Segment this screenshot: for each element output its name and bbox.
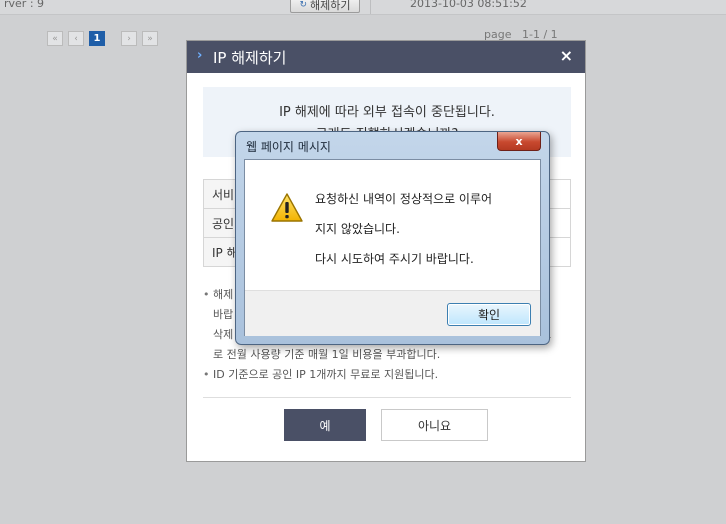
dialog-title: 웹 페이지 메시지: [246, 140, 331, 154]
prev-page-button[interactable]: ‹: [68, 31, 84, 46]
release-button[interactable]: ↻ 해제하기: [290, 0, 360, 13]
column-divider: [370, 0, 371, 14]
bullet-text: 로 전월 사용량 기준 매월 1일 비용을 부과합니다.: [213, 348, 441, 361]
bullet-text: ID 기준으로 공인 IP 1개까지 무료로 지원됩니다.: [213, 368, 439, 381]
refresh-icon: ↻: [299, 0, 308, 10]
close-icon[interactable]: ×: [560, 46, 573, 65]
date-text: 2013-10-03 08:51:52: [410, 0, 527, 10]
next-page-button[interactable]: ›: [121, 31, 137, 46]
bullet-item: 로 전월 사용량 기준 매월 1일 비용을 부과합니다.: [203, 345, 575, 365]
no-button[interactable]: 아니요: [381, 409, 488, 441]
yes-button[interactable]: 예: [284, 409, 366, 441]
dialog-message-line-3: 다시 시도하여 주시기 바랍니다.: [315, 252, 474, 266]
server-label: rver : 9: [4, 0, 45, 10]
bullet-text: 해제: [213, 288, 234, 301]
modal-header: › IP 해제하기 ×: [187, 41, 585, 73]
last-page-button[interactable]: »: [142, 31, 158, 46]
dialog-message-line-1: 요청하신 내역이 정상적으로 이루어: [315, 192, 493, 206]
pagination: « ‹ 1 › »: [47, 31, 158, 46]
dialog-body: 요청하신 내역이 정상적으로 이루어 지지 않았습니다. 다시 시도하여 주시기…: [244, 159, 541, 336]
dialog-footer: 확인: [245, 290, 540, 336]
warning-icon: [271, 193, 303, 222]
bullet-text: 삭제: [213, 328, 234, 341]
page-1-button[interactable]: 1: [89, 31, 105, 46]
modal-title: IP 해제하기: [213, 49, 287, 67]
divider: [203, 397, 571, 398]
background-top-row: rver : 9 ↻ 해제하기 2013-10-03 08:51:52: [0, 0, 726, 15]
close-icon[interactable]: x: [497, 132, 541, 151]
web-page-message-dialog: 웹 페이지 메시지 x 요청하신 내역이 정상적으로 이루어 지지 않았습니다.…: [235, 131, 550, 345]
bullet-item: ID 기준으로 공인 IP 1개까지 무료로 지원됩니다.: [203, 365, 575, 385]
ok-button[interactable]: 확인: [447, 303, 531, 326]
release-button-label: 해제하기: [310, 0, 351, 12]
dialog-message-line-2: 지지 않았습니다.: [315, 222, 400, 236]
bullet-text: 바랍: [213, 308, 234, 321]
chevron-right-icon: ›: [197, 48, 203, 63]
first-page-button[interactable]: «: [47, 31, 63, 46]
notice-line-1: IP 해제에 따라 외부 접속이 중단됩니다.: [279, 105, 495, 120]
